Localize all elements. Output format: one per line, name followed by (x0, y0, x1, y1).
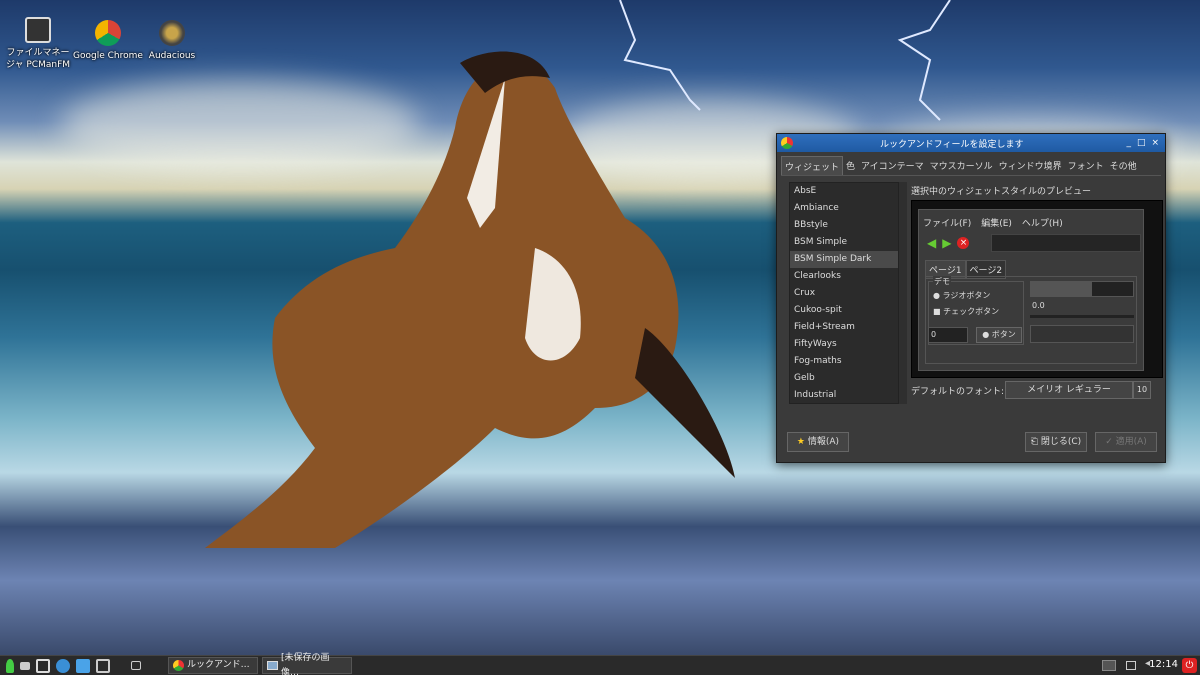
maximize-button[interactable]: □ (1137, 138, 1146, 148)
file-manager-icon (25, 17, 51, 43)
desktop-icon[interactable] (36, 658, 50, 673)
preview-menubar: ファイル(F) 編集(E) ヘルプ(H) (923, 216, 1063, 229)
tab-mouse-cursor[interactable]: マウスカーソル (927, 156, 996, 175)
preview-slider[interactable] (1030, 315, 1134, 318)
task-appearance[interactable]: ルックアンド… (168, 657, 258, 674)
preview-radio[interactable]: ● ラジオボタン (933, 290, 990, 301)
appearance-settings-window: ルックアンドフィールを設定します _ □ × ウィジェット 色 アイコンテーマ … (776, 133, 1166, 463)
tab-font[interactable]: フォント (1065, 156, 1107, 175)
tab-window-border[interactable]: ウィンドウ境界 (996, 156, 1065, 175)
star-icon: ★ (796, 437, 805, 447)
battery-icon[interactable] (1126, 661, 1136, 670)
workspace-icon[interactable] (131, 661, 141, 670)
audacious-icon (159, 20, 185, 46)
trash-icon[interactable] (20, 661, 30, 670)
lightning-image (619, 0, 951, 121)
preview-scale-value: 0.0 (1032, 301, 1045, 310)
desktop-icon-audacious[interactable]: Audacious (137, 20, 207, 62)
task-image-editor[interactable]: [未保存の画像… (262, 653, 352, 675)
tab-widget[interactable]: ウィジェット (781, 156, 844, 175)
widget-preview: ファイル(F) 編集(E) ヘルプ(H) ◀ ▶ × ページ1 ページ2 デモ … (911, 200, 1163, 378)
list-item[interactable]: Gelb (790, 370, 898, 387)
theme-list-scrollbar[interactable] (899, 182, 907, 404)
preview-button[interactable]: ● ボタン (976, 327, 1022, 343)
app-icon (781, 137, 793, 149)
image-icon (267, 661, 278, 670)
demo-label: デモ (933, 276, 951, 287)
desktop-icon-chrome[interactable]: Google Chrome (73, 20, 143, 62)
power-icon[interactable]: ⏻ (1182, 658, 1197, 673)
list-item[interactable]: Cukoo-spit (790, 302, 898, 319)
list-item[interactable]: Clearlooks (790, 268, 898, 285)
window-titlebar[interactable]: ルックアンドフィールを設定します _ □ × (777, 134, 1165, 152)
window-title: ルックアンドフィールを設定します (879, 139, 1024, 150)
about-button[interactable]: ★ 情報(A) (787, 432, 849, 452)
keyboard-icon[interactable] (1102, 660, 1116, 671)
calendar-icon[interactable] (76, 658, 90, 673)
tab-icon-theme[interactable]: アイコンテーマ (858, 156, 927, 175)
taskbar: ルックアンド… [未保存の画像… ◂ 12:14 ⏻ (0, 653, 1200, 675)
settings-tabs: ウィジェット 色 アイコンテーマ マウスカーソル ウィンドウ境界 フォント その… (781, 156, 1161, 176)
preview-menu-edit[interactable]: 編集(E) (981, 216, 1012, 229)
tab-other[interactable]: その他 (1107, 156, 1140, 175)
default-font-label: デフォルトのフォント: (911, 387, 1005, 397)
font-select-button[interactable]: メイリオ レギュラー (1005, 381, 1133, 399)
stop-icon[interactable]: × (957, 237, 970, 249)
check-icon: ✓ (1105, 437, 1113, 447)
list-item[interactable]: AbsE (790, 183, 898, 200)
preview-page-frame: デモ ● ラジオボタン ■ チェックボタン 0 ● ボタン 0.0 (925, 276, 1137, 364)
desktop-icon-file-manager[interactable]: ファイルマネージャ PCManFM (3, 17, 73, 71)
list-item-selected[interactable]: BSM Simple Dark (790, 251, 898, 268)
preview-menu-file[interactable]: ファイル(F) (923, 216, 971, 229)
font-size-value[interactable]: 10 (1133, 381, 1151, 399)
apply-button[interactable]: ✓ 適用(A) (1095, 432, 1157, 452)
list-item[interactable]: Field+Stream (790, 319, 898, 336)
minimize-button[interactable]: _ (1126, 138, 1131, 148)
preview-progress-bar (1030, 281, 1134, 297)
preview-text-entry[interactable] (991, 234, 1141, 252)
preview-combo[interactable] (1030, 325, 1134, 343)
list-item[interactable]: Ambiance (790, 200, 898, 217)
close-icon: ⎗ (1030, 437, 1038, 447)
close-window-button[interactable]: × (1151, 138, 1159, 148)
tab-color[interactable]: 色 (843, 156, 858, 175)
preview-check[interactable]: ■ チェックボタン (933, 306, 999, 317)
windows-icon[interactable] (96, 658, 110, 673)
app-icon (173, 660, 184, 671)
clock: 12:14 (1149, 659, 1178, 670)
browser-icon[interactable] (56, 658, 70, 673)
list-item[interactable]: Crux (790, 285, 898, 302)
theme-list[interactable]: AbsE Ambiance BBstyle BSM Simple BSM Sim… (789, 182, 899, 404)
list-item[interactable]: Fog-maths (790, 353, 898, 370)
preview-spin-button[interactable]: 0 (928, 327, 968, 343)
chrome-icon (95, 20, 121, 46)
list-item[interactable]: BBstyle (790, 217, 898, 234)
list-item[interactable]: FiftyWays (790, 336, 898, 353)
list-item[interactable]: BSM Simple (790, 234, 898, 251)
list-item[interactable]: Industrial (790, 387, 898, 403)
close-button[interactable]: ⎗ 閉じる(C) (1025, 432, 1087, 452)
back-arrow-icon[interactable]: ◀ (927, 236, 936, 250)
preview-label: 選択中のウィジェットスタイルのプレビュー (911, 187, 1092, 197)
forward-arrow-icon[interactable]: ▶ (942, 236, 951, 250)
preview-menu-help[interactable]: ヘルプ(H) (1022, 216, 1063, 229)
menu-icon[interactable] (6, 658, 14, 673)
